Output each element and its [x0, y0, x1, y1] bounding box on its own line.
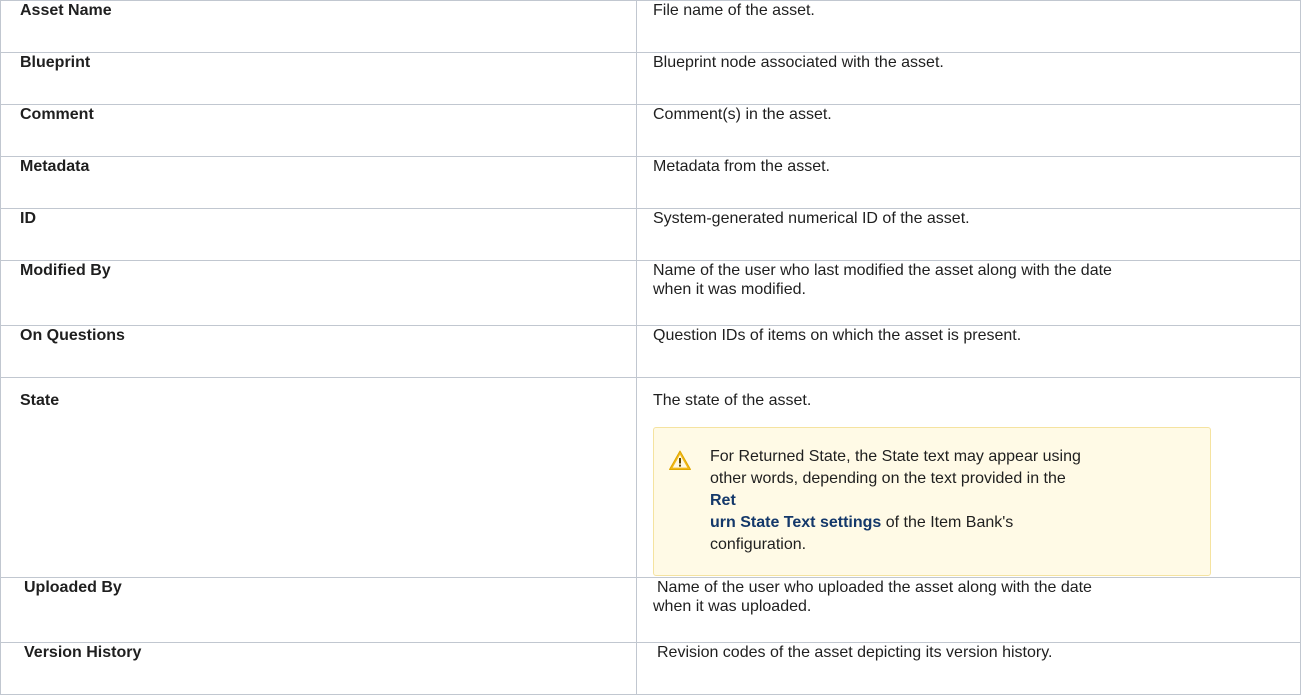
table-row: State The state of the asset. For Return… — [0, 377, 1301, 578]
table-row: ID System-generated numerical ID of the … — [0, 208, 1301, 261]
description-line: Name of the user who uploaded the asset … — [657, 579, 1092, 596]
description-line: when it was modified. — [653, 281, 806, 298]
field-name: Modified By — [0, 260, 637, 326]
warning-text: other words, depending on the text provi… — [710, 470, 1066, 487]
table-row: Version History Revision codes of the as… — [0, 642, 1301, 695]
return-state-settings-link[interactable]: Ret — [710, 492, 736, 509]
field-name: State — [0, 377, 637, 578]
warning-text: For Returned State, the State text may a… — [710, 448, 1081, 465]
field-description: Comment(s) in the asset. — [636, 104, 1301, 157]
warning-text: of the Item Bank's — [881, 514, 1014, 531]
field-description: Metadata from the asset. — [636, 156, 1301, 209]
table-row: Modified By Name of the user who last mo… — [0, 260, 1301, 326]
return-state-settings-link[interactable]: urn State Text settings — [710, 514, 881, 531]
table-row: Uploaded By Name of the user who uploade… — [0, 577, 1301, 643]
description-line: when it was uploaded. — [653, 598, 812, 615]
field-name: Uploaded By — [0, 577, 637, 643]
field-name: On Questions — [0, 325, 637, 378]
table-row: On Questions Question IDs of items on wh… — [0, 325, 1301, 378]
asset-fields-table: Asset Name File name of the asset. Bluep… — [0, 0, 1301, 695]
table-row: Blueprint Blueprint node associated with… — [0, 52, 1301, 105]
warning-panel: For Returned State, the State text may a… — [653, 427, 1211, 576]
field-name: ID — [0, 208, 637, 261]
description-line: The state of the asset. — [653, 392, 812, 409]
table-row: Metadata Metadata from the asset. — [0, 156, 1301, 209]
field-description: Blueprint node associated with the asset… — [636, 52, 1301, 105]
field-description: Question IDs of items on which the asset… — [636, 325, 1301, 378]
warning-text: configuration. — [710, 536, 807, 553]
field-name: Asset Name — [0, 0, 637, 53]
field-description: Revision codes of the asset depicting it… — [636, 642, 1301, 695]
field-name: Blueprint — [0, 52, 637, 105]
field-name: Comment — [0, 104, 637, 157]
warning-text-with-link: urn State Text settings of the Item Bank… — [710, 512, 1190, 534]
field-name: Metadata — [0, 156, 637, 209]
warning-triangle-icon — [669, 450, 691, 470]
field-description: System-generated numerical ID of the ass… — [636, 208, 1301, 261]
field-description: Name of the user who uploaded the asset … — [636, 577, 1301, 643]
field-name: Version History — [0, 642, 637, 695]
table-row: Comment Comment(s) in the asset. — [0, 104, 1301, 157]
table-row: Asset Name File name of the asset. — [0, 0, 1301, 53]
field-description: Name of the user who last modified the a… — [636, 260, 1301, 326]
field-description: File name of the asset. — [636, 0, 1301, 53]
warning-text-with-link: Ret — [710, 490, 1190, 512]
description-line: Name of the user who last modified the a… — [653, 262, 1112, 279]
field-description: The state of the asset. For Returned Sta… — [636, 377, 1301, 578]
